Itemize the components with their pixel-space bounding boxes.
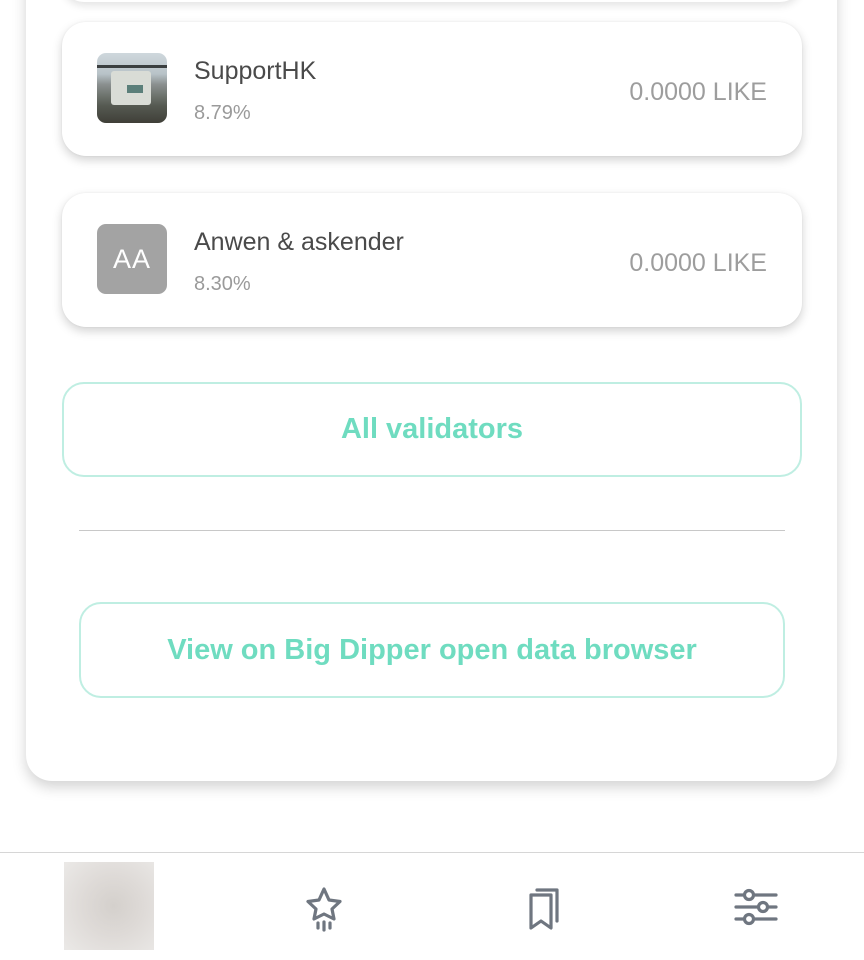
validator-avatar — [97, 53, 167, 123]
profile-avatar[interactable] — [64, 862, 154, 950]
validator-name: Anwen & askender — [194, 228, 404, 256]
validator-delegated-amount: 0.0000 LIKE — [629, 249, 767, 277]
validator-percentage: 8.79% — [194, 102, 251, 124]
divider — [79, 530, 785, 531]
validator-card[interactable]: SupportHK 8.79% 0.0000 LIKE — [62, 22, 802, 156]
all-validators-button[interactable]: All validators — [62, 382, 802, 477]
validator-delegated-amount: 0.0000 LIKE — [629, 78, 767, 106]
settings-sliders-icon[interactable] — [730, 881, 782, 933]
validator-percentage: 8.30% — [194, 273, 251, 295]
validator-card[interactable]: AA Anwen & askender 8.30% 0.0000 LIKE — [62, 193, 802, 327]
validator-name: SupportHK — [194, 57, 317, 85]
bottom-navigation-bar — [0, 852, 864, 960]
previous-validator-card-edge[interactable] — [62, 0, 802, 2]
validator-avatar: AA — [97, 224, 167, 294]
bookmarks-icon[interactable] — [515, 881, 567, 933]
big-dipper-browser-button[interactable]: View on Big Dipper open data browser — [79, 602, 785, 698]
star-icon[interactable] — [298, 881, 350, 933]
